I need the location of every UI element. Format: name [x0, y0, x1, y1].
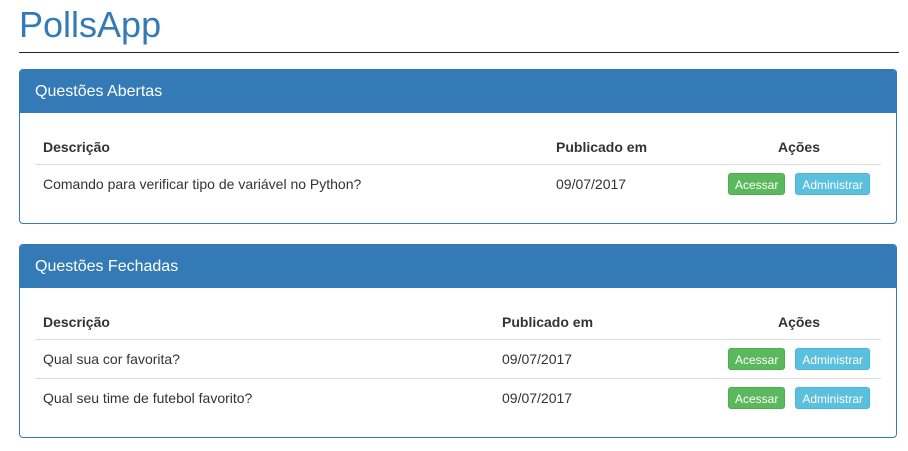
column-header-actions: Ações — [717, 303, 881, 340]
column-header-published: Publicado em — [494, 303, 717, 340]
column-header-description: Descrição — [35, 303, 494, 340]
question-description: Comando para verificar tipo de variável … — [43, 175, 362, 192]
question-description: Qual sua cor favorita? — [43, 350, 180, 367]
administer-button[interactable]: Administrar — [795, 347, 871, 370]
open-questions-heading: Questões Abertas — [20, 70, 896, 113]
question-published-date: 09/07/2017 — [556, 175, 627, 192]
closed-questions-table: Descrição Publicado em Ações Qual sua co… — [35, 303, 881, 417]
access-button[interactable]: Acessar — [727, 172, 786, 195]
access-button[interactable]: Acessar — [727, 347, 786, 370]
column-header-published: Publicado em — [548, 128, 717, 165]
title-divider — [19, 52, 899, 53]
question-description: Qual seu time de futebol favorito? — [35, 377, 494, 417]
column-header-actions: Ações — [717, 128, 881, 165]
administer-button[interactable]: Administrar — [795, 386, 871, 409]
closed-questions-heading: Questões Fechadas — [20, 245, 896, 288]
app-title: PollsApp — [19, 4, 162, 45]
open-questions-table: Descrição Publicado em Ações Comando par… — [35, 128, 881, 203]
administer-button[interactable]: Administrar — [795, 172, 871, 195]
table-row: Qual seu time de futebol favorito? 09/07… — [35, 377, 881, 417]
question-published-date: 09/07/2017 — [502, 350, 573, 367]
access-button[interactable]: Acessar — [727, 386, 786, 409]
column-header-description: Descrição — [35, 128, 548, 165]
open-questions-panel: Questões Abertas Descrição Publicado em … — [19, 69, 897, 224]
question-published-date: 09/07/2017 — [494, 377, 717, 417]
table-row: Comando para verificar tipo de variável … — [35, 164, 881, 203]
closed-questions-panel: Questões Fechadas Descrição Publicado em… — [19, 244, 897, 438]
table-row: Qual sua cor favorita? 09/07/2017 Acessa… — [35, 339, 881, 378]
